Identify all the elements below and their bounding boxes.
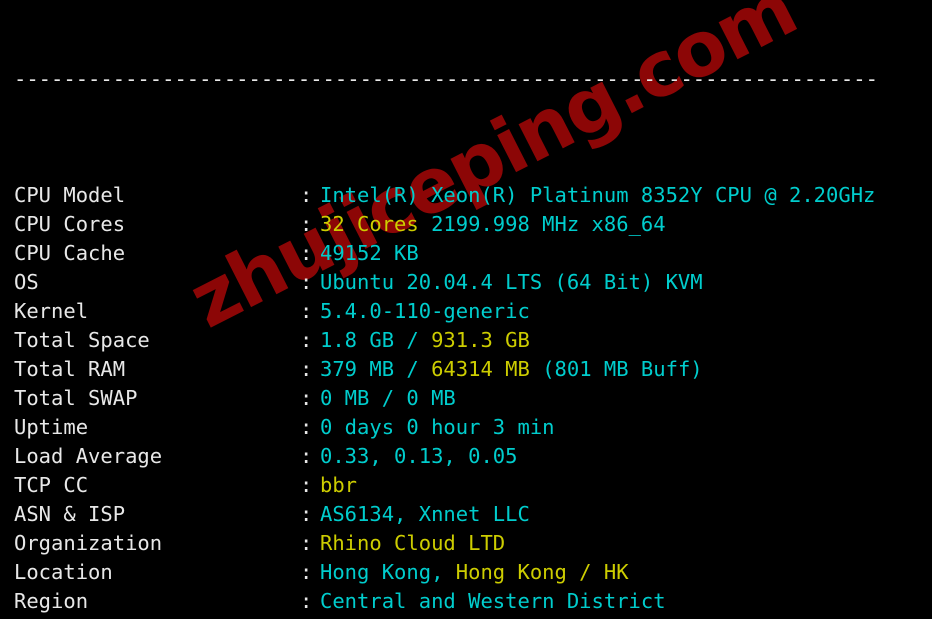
info-row-value: 32 Cores 2199.998 MHz x86_64	[320, 212, 666, 236]
info-value-segment: Intel(R) Xeon(R) Platinum 8352Y CPU @ 2.…	[320, 183, 876, 207]
info-value-segment: 0 MB / 0 MB	[320, 386, 456, 410]
info-value-segment: 64314 MB	[431, 357, 543, 381]
info-row-separator: :	[300, 212, 313, 236]
info-row-value: Intel(R) Xeon(R) Platinum 8352Y CPU @ 2.…	[320, 183, 875, 207]
info-row-separator: :	[300, 444, 313, 468]
info-value-segment: 32 Cores	[320, 212, 432, 236]
info-row-label: ASN & ISP	[14, 502, 126, 526]
info-row-label: Total RAM	[14, 357, 126, 381]
info-row-label: Organization	[14, 531, 163, 555]
info-row-separator: :	[300, 183, 313, 207]
info-value-segment: Central and Western District	[320, 589, 666, 613]
info-row-label: CPU Cache	[14, 241, 126, 265]
info-row-separator: :	[300, 241, 313, 265]
info-row: OS: Ubuntu 20.04.4 LTS (64 Bit) KVM	[14, 268, 932, 297]
info-row-label: Location	[14, 560, 113, 584]
info-row-label: Load Average	[14, 444, 163, 468]
info-row-value: 0 MB / 0 MB	[320, 386, 456, 410]
info-value-segment: Ubuntu 20.04.4 LTS (64 Bit) KVM	[320, 270, 703, 294]
info-row-value: 379 MB / 64314 MB (801 MB Buff)	[320, 357, 703, 381]
info-row-label: Kernel	[14, 299, 89, 323]
info-row: CPU Cores:32 Cores 2199.998 MHz x86_64	[14, 210, 932, 239]
info-row: ASN & ISP: AS6134, Xnnet LLC	[14, 500, 932, 529]
info-value-segment: 379 MB /	[320, 357, 432, 381]
info-row-value: 0 days 0 hour 3 min	[320, 415, 555, 439]
info-row-separator: :	[300, 560, 313, 584]
info-value-segment: 2199.998 MHz x86_64	[431, 212, 666, 236]
info-row: Kernel:5.4.0-110-generic	[14, 297, 932, 326]
info-value-segment: Hong Kong / HK	[455, 560, 629, 584]
info-row-label: CPU Cores	[14, 212, 126, 236]
info-row-label: OS	[14, 270, 39, 294]
info-row-separator: :	[300, 589, 313, 613]
info-row: Total RAM:379 MB / 64314 MB (801 MB Buff…	[14, 355, 932, 384]
info-row-separator: :	[300, 531, 313, 555]
info-row-value: 49152 KB	[320, 241, 419, 265]
info-row-value: 1.8 GB / 931.3 GB	[320, 328, 530, 352]
info-value-segment: (801 MB Buff)	[542, 357, 703, 381]
info-row-label: CPU Model	[14, 183, 126, 207]
info-row-label: Region	[14, 589, 89, 613]
info-row: Total SWAP:0 MB / 0 MB	[14, 384, 932, 413]
info-row-value: Central and Western District	[320, 589, 666, 613]
info-row: Load Average:0.33, 0.13, 0.05	[14, 442, 932, 471]
info-row-value: 5.4.0-110-generic	[320, 299, 530, 323]
info-value-segment: Rhino Cloud LTD	[320, 531, 506, 555]
info-value-segment: Hong Kong,	[320, 560, 456, 584]
info-row-separator: :	[300, 328, 313, 352]
info-row: Location: Hong Kong, Hong Kong / HK	[14, 558, 932, 587]
info-row-value: Rhino Cloud LTD	[320, 531, 505, 555]
info-row-label: Total SWAP	[14, 386, 138, 410]
info-value-segment: 49152 KB	[320, 241, 419, 265]
info-row-value: Hong Kong, Hong Kong / HK	[320, 560, 629, 584]
info-row-separator: :	[300, 502, 313, 526]
divider-top: ----------------------------------------…	[14, 67, 878, 91]
info-value-segment: 5.4.0-110-generic	[320, 299, 530, 323]
info-value-segment: 0.33, 0.13, 0.05	[320, 444, 518, 468]
info-value-segment: bbr	[320, 473, 358, 497]
info-row-value: bbr	[320, 473, 357, 497]
info-row-value: Ubuntu 20.04.4 LTS (64 Bit) KVM	[320, 270, 703, 294]
info-row-separator: :	[300, 415, 313, 439]
info-row: TCP CC: bbr	[14, 471, 932, 500]
info-row-label: Total Space	[14, 328, 150, 352]
info-row-separator: :	[300, 270, 313, 294]
info-row: Region: Central and Western District	[14, 587, 932, 616]
info-value-segment: 931.3 GB	[431, 328, 530, 352]
info-row-value: AS6134, Xnnet LLC	[320, 502, 530, 526]
info-row: CPU Cache:49152 KB	[14, 239, 932, 268]
info-row-separator: :	[300, 386, 313, 410]
info-row: Uptime:0 days 0 hour 3 min	[14, 413, 932, 442]
info-value-segment: 1.8 GB /	[320, 328, 432, 352]
info-row: Total Space:1.8 GB / 931.3 GB	[14, 326, 932, 355]
info-row: CPU Model: Intel(R) Xeon(R) Platinum 8352…	[14, 181, 932, 210]
info-row-label: Uptime	[14, 415, 89, 439]
system-info-section: CPU Model: Intel(R) Xeon(R) Platinum 8352…	[14, 181, 932, 616]
info-row-label: TCP CC	[14, 473, 89, 497]
info-row: Organization: Rhino Cloud LTD	[14, 529, 932, 558]
info-value-segment: 0 days 0 hour 3 min	[320, 415, 555, 439]
info-value-segment: AS6134, Xnnet LLC	[320, 502, 530, 526]
info-row-separator: :	[300, 299, 313, 323]
info-row-separator: :	[300, 473, 313, 497]
info-row-value: 0.33, 0.13, 0.05	[320, 444, 517, 468]
terminal-output: ----------------------------------------…	[0, 0, 932, 619]
info-row-separator: :	[300, 357, 313, 381]
terminal-window: zhujiceping.com ------------------------…	[0, 0, 932, 619]
